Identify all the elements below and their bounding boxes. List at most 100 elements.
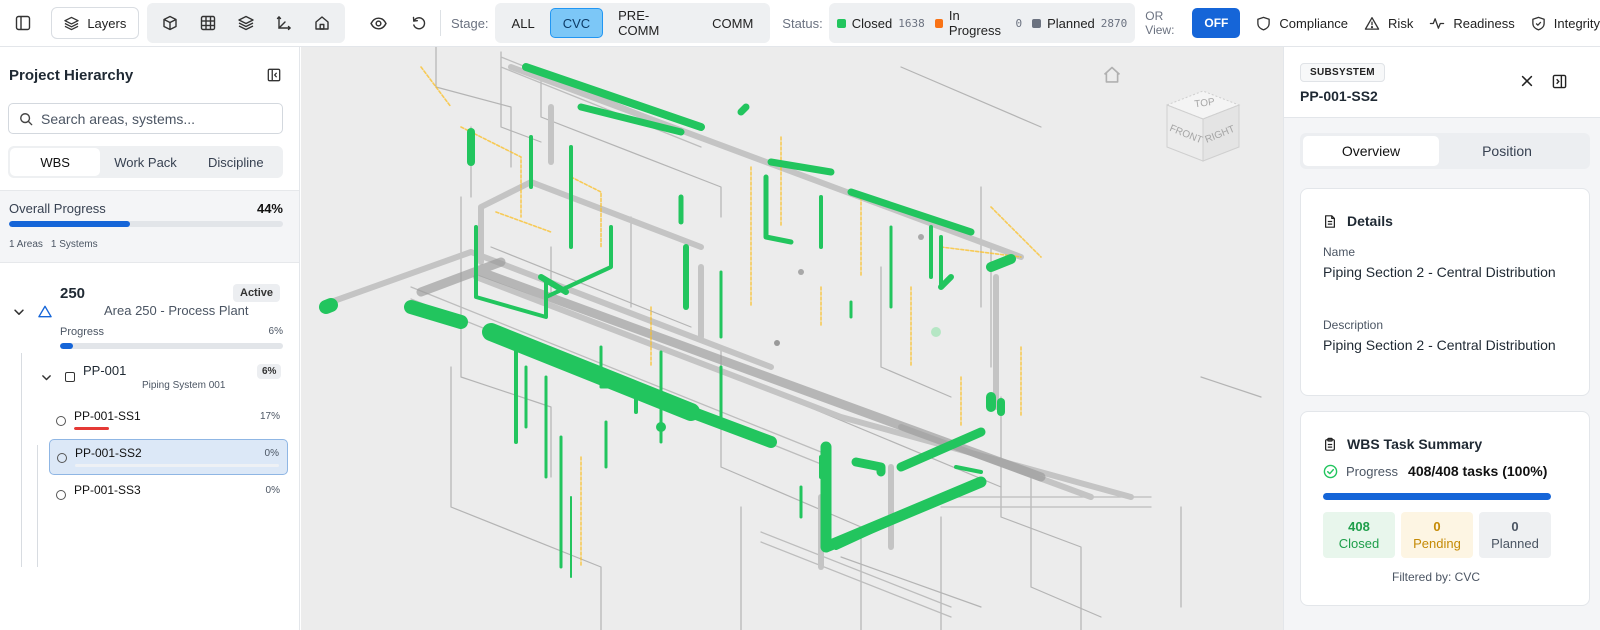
home-view-button[interactable] (307, 8, 337, 38)
visibility-button[interactable] (363, 8, 392, 38)
risk-button[interactable]: Risk (1364, 16, 1413, 31)
model-viewport[interactable]: TOP FRONT RIGHT (301, 47, 1283, 630)
stage-selector: ALL CVC PRE-COMM COMM (494, 3, 771, 43)
tab-wbs[interactable]: WBS (10, 148, 101, 176)
toggle-sidebar-button[interactable] (8, 8, 37, 38)
eye-icon (369, 16, 387, 30)
layers-label: Layers (87, 15, 127, 31)
status-closed-filter[interactable]: Closed 1638 (836, 16, 925, 31)
stat-planned: 0 Planned (1479, 512, 1551, 558)
name-label: Name (1323, 245, 1356, 259)
subsystem-percent: 0% (265, 485, 280, 496)
compliance-button[interactable]: Compliance (1256, 16, 1348, 31)
system-name: Piping System 001 (142, 380, 226, 391)
status-in-progress-filter[interactable]: In Progress 0 (934, 8, 1023, 38)
layers-button[interactable]: Layers (51, 7, 140, 39)
collapse-panel-icon[interactable] (267, 68, 281, 82)
details-panel: SUBSYSTEM PP-001-SS2 Overview Position D… (1283, 47, 1600, 630)
collapse-right-panel-icon[interactable] (1552, 74, 1567, 89)
sidebar-panel-icon (15, 15, 30, 31)
search-input[interactable] (41, 110, 271, 127)
tree-guide-line (37, 445, 38, 567)
stack-layers-button[interactable] (231, 8, 261, 38)
details-tabs: Overview Position (1300, 133, 1590, 169)
tab-overview[interactable]: Overview (1303, 136, 1439, 166)
subsystem-progress-bar (74, 501, 280, 504)
area-triangle-icon (38, 305, 52, 318)
sidebar-header: Project Hierarchy (0, 47, 299, 103)
stat-pending-value: 0 (1433, 519, 1441, 534)
area-250-row[interactable]: 250 Area 250 - Process Plant Active Prog… (0, 281, 299, 349)
subsystem-progress-bar (75, 464, 279, 467)
entity-title: PP-001-SS2 (1300, 88, 1378, 104)
stage-cvc-button[interactable]: CVC (549, 8, 604, 38)
search-icon (20, 112, 33, 125)
or-view-toggle[interactable]: OFF (1192, 8, 1241, 38)
rotate-ccw-icon (413, 16, 426, 30)
description-value: Piping Section 2 - Central Distribution (1323, 337, 1556, 353)
stage-all-button[interactable]: ALL (499, 8, 548, 38)
subsystem-code: PP-001-SS1 (74, 409, 141, 423)
subsystem-pp-001-ss3-row[interactable]: PP-001-SS3 0% (49, 477, 288, 513)
piping-3d-model[interactable] (301, 47, 1283, 630)
check-circle-icon (1323, 464, 1338, 478)
status-planned-filter[interactable]: Planned 2870 (1032, 16, 1127, 31)
stage-comm-button[interactable]: COMM (699, 8, 766, 38)
layers-icon (64, 16, 80, 30)
reset-view-button[interactable] (405, 8, 434, 38)
axis-tool-button[interactable] (269, 8, 299, 38)
subsystem-pp-001-ss2-row[interactable]: PP-001-SS2 0% (49, 439, 288, 475)
area-progress-label: Progress (60, 326, 105, 338)
compliance-label: Compliance (1279, 15, 1349, 31)
circle-icon (57, 453, 67, 463)
system-code: PP-001 (83, 363, 127, 378)
details-panel-header: SUBSYSTEM PP-001-SS2 (1284, 47, 1600, 118)
details-heading: Details (1347, 213, 1393, 229)
sidebar-title: Project Hierarchy (9, 66, 134, 84)
status-filter: Closed 1638 In Progress 0 Planned 2870 (828, 3, 1136, 43)
hierarchy-tree: 250 Area 250 - Process Plant Active Prog… (0, 263, 299, 567)
status-closed-swatch (836, 18, 846, 28)
grid-view-button[interactable] (193, 8, 223, 38)
chevron-down-icon[interactable] (40, 371, 53, 384)
area-progress-fill (60, 343, 74, 349)
overall-progress-card: Overall Progress 44% 1 Areas 1 Systems (0, 190, 299, 263)
wbs-progress-label: Progress (1346, 463, 1399, 479)
shield-check-icon (1531, 16, 1545, 31)
wbs-summary-heading: WBS Task Summary (1347, 436, 1483, 452)
tab-work-pack[interactable]: Work Pack (100, 148, 190, 176)
system-percent-badge: 6% (257, 364, 282, 379)
tab-discipline[interactable]: Discipline (191, 148, 281, 176)
overall-progress-fill (9, 221, 130, 227)
chevron-down-icon[interactable] (12, 305, 26, 319)
subsystem-pp-001-ss1-row[interactable]: PP-001-SS1 17% (49, 403, 288, 439)
stage-pre-comm-button[interactable]: PRE-COMM (605, 8, 697, 38)
stat-closed-label: Closed (1338, 536, 1380, 551)
system-pp-001-row[interactable]: PP-001 Piping System 001 6% (0, 355, 299, 403)
subsystem-code: PP-001-SS3 (74, 483, 141, 497)
status-in-progress-label: In Progress (948, 8, 1001, 38)
subsystem-percent: 0% (264, 448, 279, 459)
wbs-progress-value: 408/408 tasks (100%) (1408, 463, 1548, 479)
subsystem-progress-bar (74, 427, 280, 430)
tab-position[interactable]: Position (1439, 136, 1575, 166)
integrity-label: Integrity (1553, 15, 1600, 31)
integrity-button[interactable]: Integrity (1531, 16, 1600, 31)
toolbar-divider (439, 10, 441, 36)
wbs-progress-fill (1323, 493, 1551, 500)
readiness-button[interactable]: Readiness (1429, 16, 1515, 31)
warning-triangle-icon (1364, 16, 1380, 30)
status-in-progress-count: 0 (1015, 16, 1023, 30)
close-icon[interactable] (1520, 74, 1534, 88)
axis-icon (277, 16, 292, 31)
stat-closed-value: 408 (1348, 519, 1370, 534)
wbs-progress-row: Progress 408/408 tasks (100%) (1323, 463, 1547, 479)
viewport-home-icon[interactable] (1101, 65, 1123, 85)
clipboard-icon (1325, 437, 1335, 451)
systems-count: 1 Systems (50, 239, 98, 250)
circle-icon (56, 416, 66, 426)
subsystem-progress-fill (74, 427, 110, 430)
isolate-3d-button[interactable] (155, 8, 185, 38)
viewcube-navigator[interactable]: TOP FRONT RIGHT (1163, 85, 1243, 165)
wbs-progress-bar (1323, 493, 1551, 500)
